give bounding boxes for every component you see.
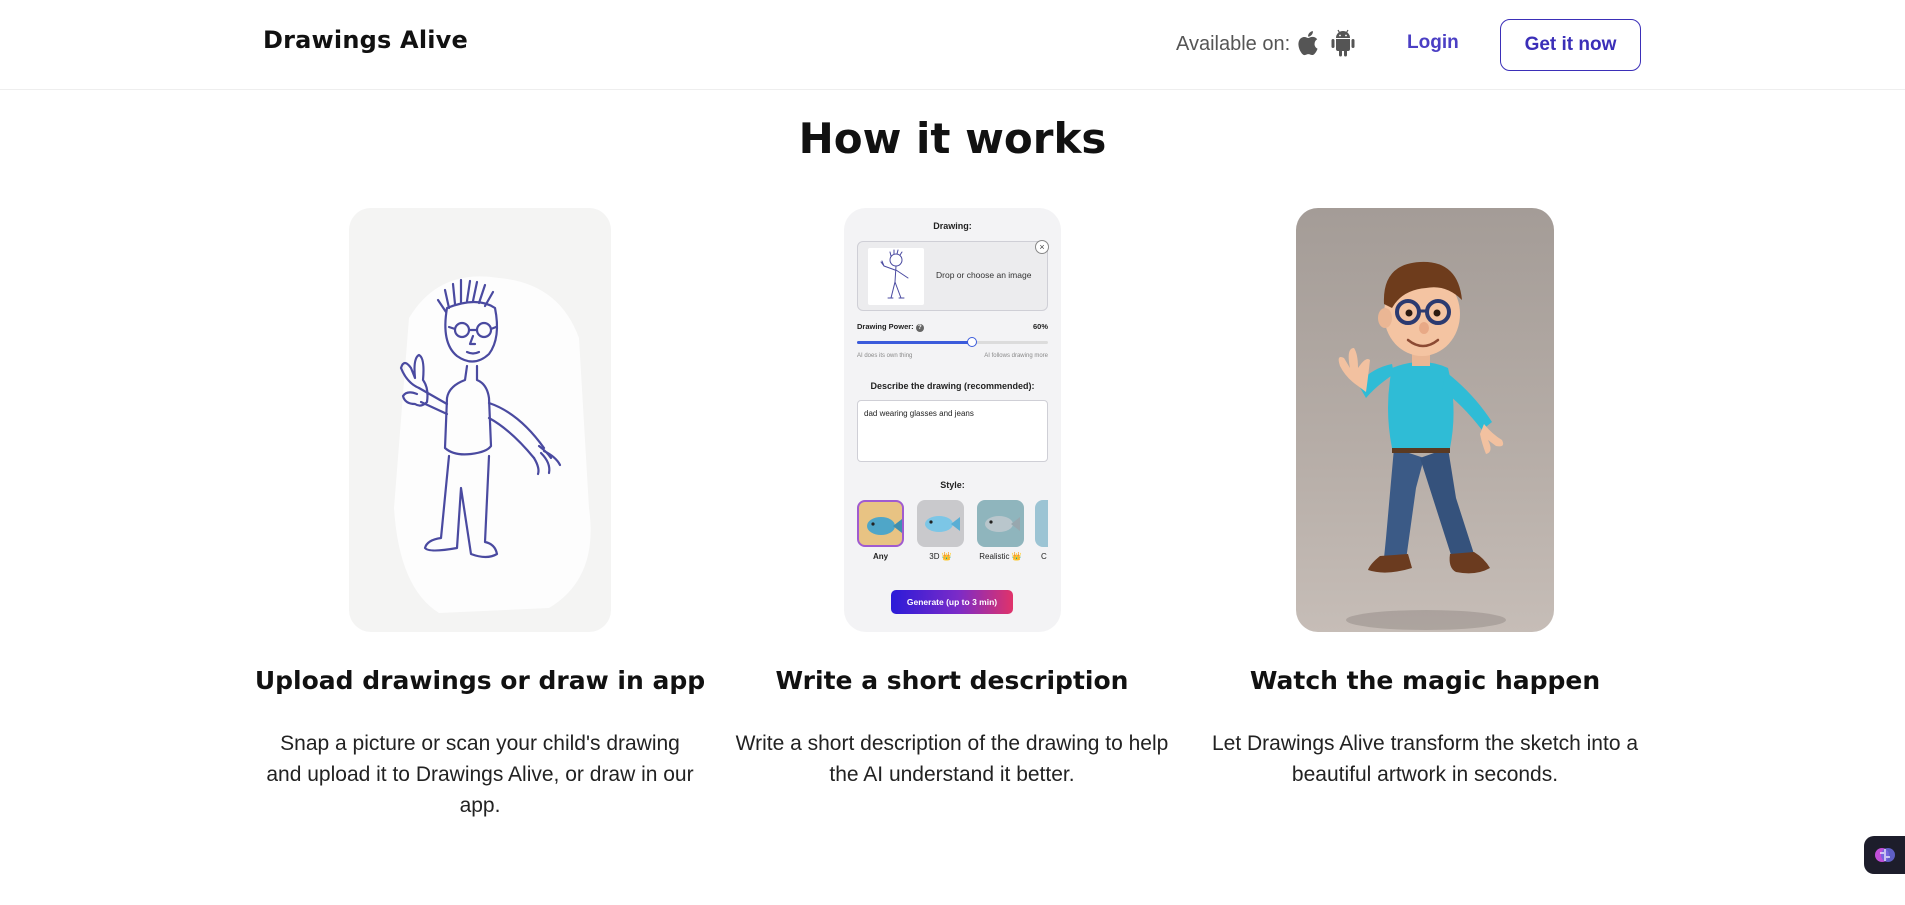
mockup-power-value: 60% — [1032, 322, 1048, 331]
mockup-power-text: Drawing Power: — [857, 322, 914, 331]
mockup-style-label: Style: — [940, 480, 965, 490]
style-option-any: Any — [857, 500, 904, 561]
step-3-description: Let Drawings Alive transform the sketch … — [1211, 732, 1639, 786]
info-icon: ? — [915, 324, 924, 332]
apple-icon[interactable] — [1296, 29, 1322, 57]
mockup-generate-button: Generate (up to 3 min) — [891, 590, 1013, 614]
android-icon[interactable] — [1330, 29, 1356, 57]
brain-icon — [1874, 848, 1895, 862]
style-label-3d: 3D 👑 — [929, 552, 952, 561]
mockup-power-label: Drawing Power: ? — [857, 322, 924, 332]
available-on-label: Available on: — [1176, 33, 1291, 55]
site-header: Drawings Alive Available on: Login Get i… — [0, 0, 1905, 90]
app-mockup-image: Drawing: Drop or choose an image × Drawi… — [844, 208, 1061, 632]
step-2-description: Write a short description of the drawing… — [735, 732, 1169, 786]
style-option-realistic: Realistic 👑 — [977, 500, 1024, 561]
mockup-power-slider — [857, 337, 1048, 347]
mockup-dropzone: Drop or choose an image × — [857, 240, 1049, 311]
chat-widget-button[interactable] — [1864, 836, 1905, 874]
get-it-now-button[interactable]: Get it now — [1500, 19, 1641, 71]
fish-icon — [1035, 500, 1048, 547]
step-2-title: Write a short description — [775, 666, 1129, 695]
close-icon: × — [1035, 240, 1049, 254]
step-1-title: Upload drawings or draw in app — [254, 666, 706, 695]
child-drawing-image — [349, 208, 611, 632]
mockup-drawing-thumbnail — [868, 248, 924, 305]
mockup-slider-knob — [966, 337, 977, 347]
mockup-hint-left: AI does its own thing — [857, 353, 913, 359]
fish-icon — [917, 500, 964, 547]
fish-icon — [857, 500, 904, 547]
mockup-description-field: dad wearing glasses and jeans — [857, 400, 1048, 462]
mockup-slider-fill — [857, 341, 972, 344]
style-label-partial: C — [1041, 552, 1047, 561]
step-3-title: Watch the magic happen — [1249, 666, 1601, 695]
generated-character-image — [1296, 208, 1554, 632]
style-label-realistic: Realistic 👑 — [979, 552, 1022, 561]
step-1-description: Snap a picture or scan your child's draw… — [266, 732, 694, 817]
style-option-3d: 3D 👑 — [917, 500, 964, 561]
mockup-describe-label: Describe the drawing (recommended): — [870, 381, 1035, 391]
site-logo[interactable]: Drawings Alive — [263, 26, 468, 54]
mockup-drawing-label: Drawing: — [933, 221, 972, 231]
fish-icon — [977, 500, 1024, 547]
mockup-style-options: Any 3D 👑 Realistic 👑 C — [857, 500, 1048, 568]
login-link[interactable]: Login — [1407, 32, 1459, 54]
section-title: How it works — [798, 114, 1107, 163]
style-option-partial: C — [1035, 500, 1048, 561]
mockup-hint-right: AI follows drawing more — [984, 353, 1048, 359]
style-label-any: Any — [872, 552, 889, 561]
mockup-drop-text: Drop or choose an image — [936, 270, 1032, 280]
